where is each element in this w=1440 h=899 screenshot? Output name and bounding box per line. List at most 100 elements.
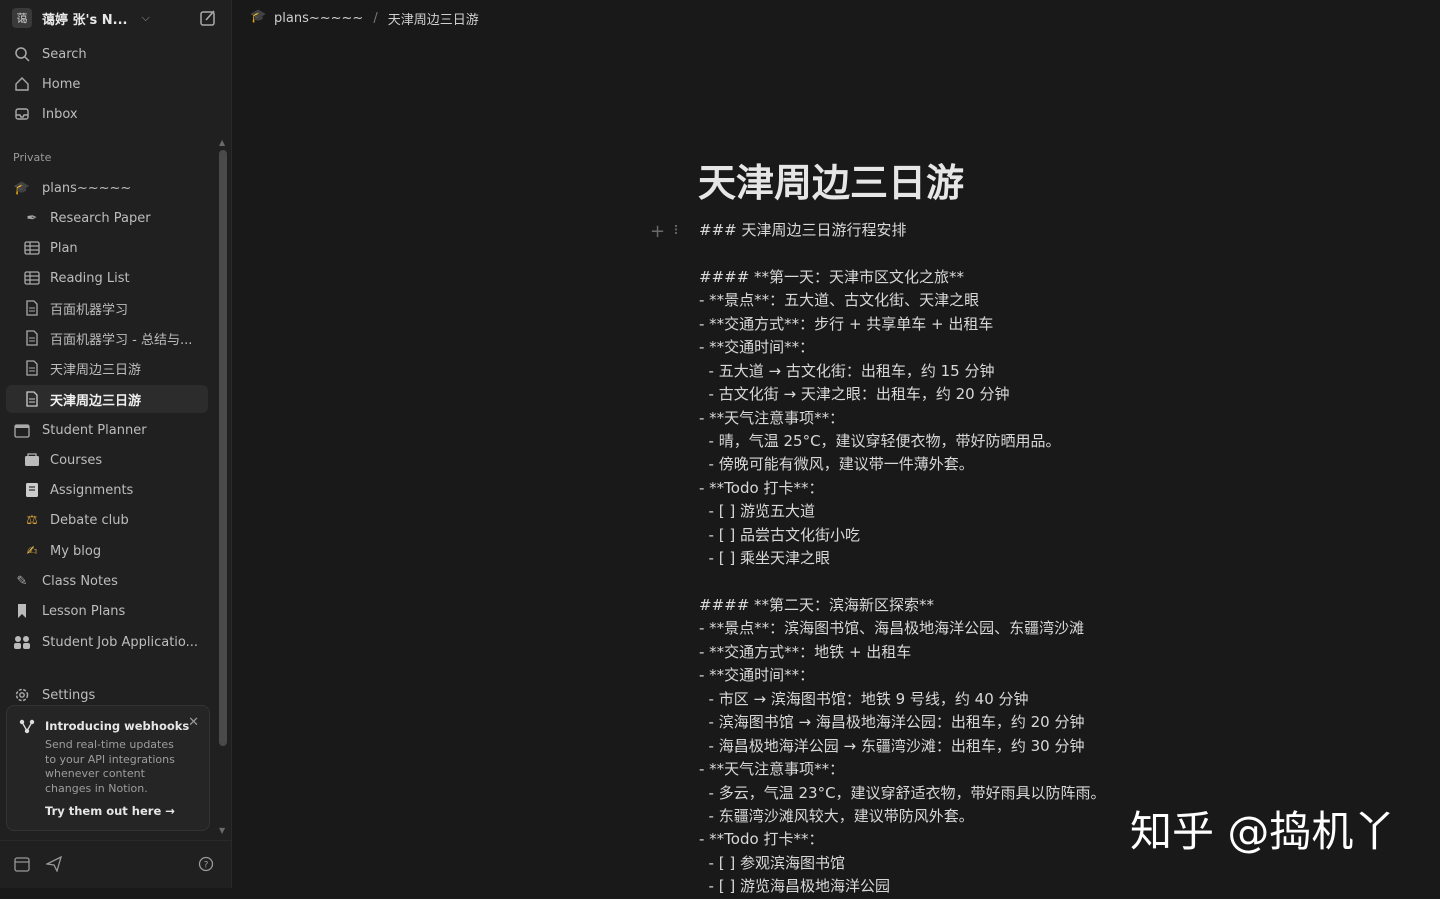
text-block[interactable]: - [ ] 品尝古文化街小吃 <box>699 524 1319 547</box>
sidebar-item-courses[interactable]: Courses <box>6 446 208 474</box>
text-block[interactable]: - [ ] 乘坐天津之眼 <box>699 547 1319 570</box>
text-block[interactable]: - **天气注意事项**： <box>699 407 1319 430</box>
text-block[interactable]: - 海昌极地海洋公园 → 东疆湾沙滩：出租车，约 30 分钟 <box>699 735 1319 758</box>
inbox-icon <box>12 104 32 124</box>
arrow-right-icon: → <box>165 804 175 818</box>
webhooks-link-label: Try them out here <box>45 804 162 818</box>
text-block[interactable] <box>699 242 1319 265</box>
people-icon <box>12 632 32 652</box>
breadcrumb: 🎓 plans~~~~~ / 天津周边三日游 <box>250 8 479 28</box>
sidebar-item-label: My blog <box>50 543 102 559</box>
help-icon[interactable]: ? <box>196 854 216 874</box>
text-block[interactable]: - 市区 → 滨海图书馆：地铁 9 号线，约 40 分钟 <box>699 688 1319 711</box>
nav-label: Search <box>42 46 87 62</box>
sidebar-item-research-paper[interactable]: ✒ Research Paper <box>6 204 208 232</box>
workspace-name: 蔼婷 张's N... <box>42 12 128 28</box>
text-block[interactable]: - [ ] 游览海昌极地海洋公园 <box>699 875 1319 898</box>
sidebar-item-my-blog[interactable]: ✍ My blog <box>6 537 208 565</box>
text-block[interactable]: - [ ] 游览五大道 <box>699 500 1319 523</box>
close-icon[interactable]: ✕ <box>188 715 199 730</box>
text-block[interactable] <box>699 571 1319 594</box>
notebook-icon <box>22 480 42 500</box>
nav-search[interactable]: Search <box>12 40 208 68</box>
sidebar-bottom-bar: ? <box>0 840 231 889</box>
text-block[interactable]: - 滨海图书馆 → 海昌极地海洋公园：出租车，约 20 分钟 <box>699 711 1319 734</box>
text-block[interactable]: - **Todo 打卡**： <box>699 477 1319 500</box>
page-body[interactable]: ### 天津周边三日游行程安排 #### **第一天：天津市区文化之旅** - **… <box>699 219 1319 899</box>
sidebar-item-label: Class Notes <box>42 573 118 589</box>
sidebar-item-label: Reading List <box>50 270 130 286</box>
table-icon <box>22 238 42 258</box>
webhooks-promo-card: Introducing webhooks ✕ Send real-time up… <box>6 705 210 831</box>
webhooks-link[interactable]: Try them out here → <box>45 804 175 818</box>
sidebar-item-label: Student Planner <box>42 422 147 438</box>
sidebar-item-reading-list[interactable]: Reading List <box>6 264 208 292</box>
breadcrumb-current[interactable]: 天津周边三日游 <box>388 9 479 28</box>
pencil-icon: ✎ <box>16 573 28 589</box>
nav-inbox[interactable]: Inbox <box>12 100 208 128</box>
sidebar-item-label: 天津周边三日游 <box>50 393 142 409</box>
add-block-icon[interactable]: + <box>650 221 665 242</box>
nav-label: Inbox <box>42 106 78 122</box>
text-block[interactable]: - **交通方式**：地铁 + 出租车 <box>699 641 1319 664</box>
page-icon <box>22 389 42 409</box>
sidebar-item-tianjin-trip-active[interactable]: 天津周边三日游 <box>6 385 208 413</box>
table-icon <box>22 268 42 288</box>
text-block[interactable]: - 五大道 → 古文化街：出租车，约 15 分钟 <box>699 360 1319 383</box>
workspace-switcher[interactable]: 蔼 蔼婷 张's N... ⌵ <box>12 6 222 30</box>
text-block[interactable]: - **天气注意事项**： <box>699 758 1319 781</box>
send-icon[interactable] <box>44 854 64 874</box>
sidebar-item-plans[interactable]: 🎓 plans~~~~~ <box>6 174 208 202</box>
graduation-cap-icon: 🎓 <box>13 180 31 196</box>
text-block[interactable]: - 晴，气温 25°C，建议穿轻便衣物，带好防晒用品。 <box>699 430 1319 453</box>
block-controls: + ⠇ <box>650 221 683 242</box>
webhook-icon <box>19 718 35 734</box>
sidebar-item-student-planner[interactable]: Student Planner <box>6 416 208 444</box>
sidebar-item-tianjin-trip[interactable]: 天津周边三日游 <box>6 354 208 382</box>
calendar-icon <box>12 420 32 440</box>
text-block[interactable]: - **交通方式**：步行 + 共享单车 + 出租车 <box>699 313 1319 336</box>
nav-home[interactable]: Home <box>12 70 208 98</box>
sidebar-item-student-job-applications[interactable]: Student Job Applicatio... <box>6 628 208 656</box>
sidebar-item-label: Lesson Plans <box>42 603 126 619</box>
graduation-cap-icon: 🎓 <box>250 9 267 24</box>
sidebar-item-plan[interactable]: Plan <box>6 234 208 262</box>
page-icon <box>22 358 42 378</box>
text-block[interactable]: #### **第一天：天津市区文化之旅** <box>699 266 1319 289</box>
text-block[interactable]: ### 天津周边三日游行程安排 <box>699 219 1319 242</box>
scroll-down-arrow[interactable]: ▼ <box>219 826 225 835</box>
home-icon <box>12 74 32 94</box>
sidebar-item-label: plans~~~~~ <box>42 180 132 196</box>
calendar-app-icon[interactable] <box>12 854 32 874</box>
text-block[interactable]: - **交通时间**： <box>699 336 1319 359</box>
page-title[interactable]: 天津周边三日游 <box>698 152 964 207</box>
sidebar-item-label: Student Job Applicatio... <box>42 634 199 650</box>
text-block[interactable]: - **交通时间**： <box>699 664 1319 687</box>
page-icon <box>22 328 42 348</box>
drag-handle-icon[interactable]: ⠇ <box>673 224 683 239</box>
text-block[interactable]: - 傍晚可能有微风，建议带一件薄外套。 <box>699 453 1319 476</box>
watermark: 知乎 @捣机丫 <box>1130 807 1396 856</box>
new-page-icon[interactable] <box>198 8 218 28</box>
sidebar-item-label: Debate club <box>50 512 129 528</box>
webhooks-description: Send real-time updates to your API integ… <box>45 738 175 795</box>
sidebar-item-label: Courses <box>50 452 103 468</box>
sidebar-scrollbar[interactable] <box>219 150 227 746</box>
breadcrumb-parent[interactable]: plans~~~~~ <box>274 11 363 26</box>
text-block[interactable]: - **景点**：滨海图书馆、海昌极地海洋公园、东疆湾沙滩 <box>699 617 1319 640</box>
sidebar-item-ml-summary[interactable]: 百面机器学习 - 总结与... <box>6 324 208 352</box>
scroll-up-arrow[interactable]: ▲ <box>219 138 225 147</box>
sidebar-item-lesson-plans[interactable]: Lesson Plans <box>6 597 208 625</box>
text-block[interactable]: - 古文化街 → 天津之眼：出租车，约 20 分钟 <box>699 383 1319 406</box>
sidebar-item-label: 百面机器学习 - 总结与... <box>50 332 193 348</box>
writing-hand-icon: ✍ <box>26 543 38 559</box>
sidebar-item-class-notes[interactable]: ✎ Class Notes <box>6 567 208 595</box>
sidebar-item-assignments[interactable]: Assignments <box>6 476 208 504</box>
chevron-down-icon: ⌵ <box>141 11 150 24</box>
sidebar-item-debate-club[interactable]: ⚖ Debate club <box>6 506 208 534</box>
text-block[interactable]: - **景点**：五大道、古文化街、天津之眼 <box>699 289 1319 312</box>
sidebar-item-label: 天津周边三日游 <box>50 362 142 378</box>
sidebar-item-ml-book[interactable]: 百面机器学习 <box>6 294 208 322</box>
sidebar-item-label: 百面机器学习 <box>50 302 129 318</box>
text-block[interactable]: #### **第二天：滨海新区探索** <box>699 594 1319 617</box>
